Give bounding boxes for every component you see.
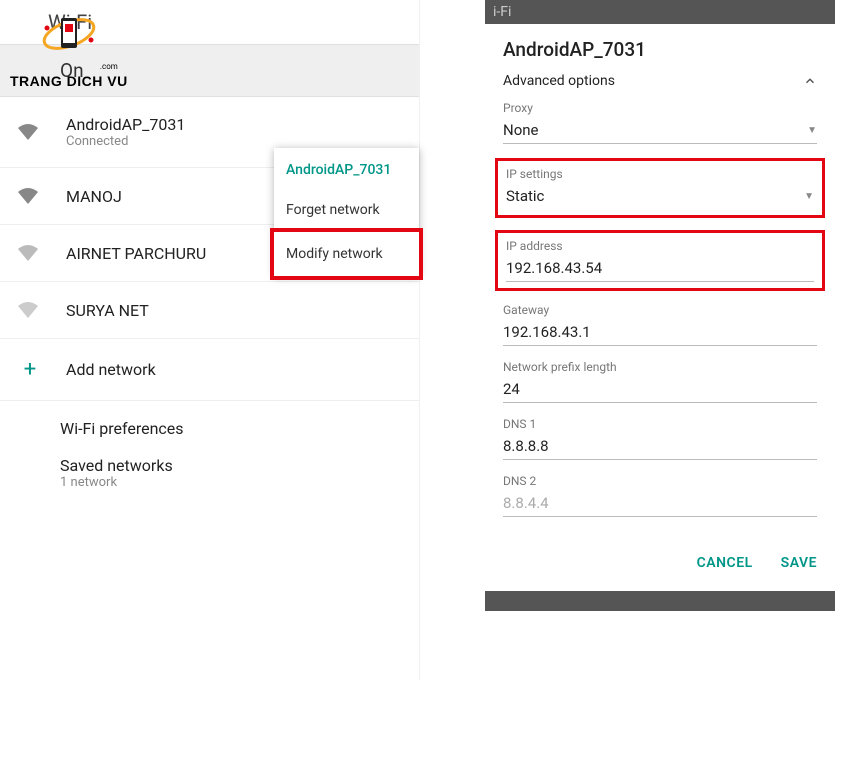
add-network-row[interactable]: + Add network [0,339,419,401]
forget-network-item[interactable]: Forget network [274,188,419,232]
dropdown-caret-icon: ▼ [807,125,817,136]
plus-icon: + [16,357,44,382]
advanced-options-label: Advanced options [503,73,615,89]
wifi-signal-icon [16,122,44,142]
network-name: AndroidAP_7031 [66,115,185,134]
modify-network-item[interactable]: Modify network [270,228,423,280]
dialog-title: AndroidAP_7031 [503,38,817,61]
logo-com-text: .com [100,62,118,71]
saved-networks-item[interactable]: Saved networks 1 network [60,456,403,490]
ip-address-field[interactable]: IP address 192.168.43.54 [506,239,814,282]
saved-networks-count: 1 network [60,475,403,490]
prefix-length-field[interactable]: Network prefix length 24 [503,360,817,403]
ip-settings-label: IP settings [506,167,814,181]
saved-networks-label: Saved networks [60,456,403,475]
network-name: SURYA NET [66,301,149,320]
ip-settings-field[interactable]: IP settings Static ▼ [506,167,814,209]
ip-address-value: 192.168.43.54 [506,259,602,277]
prefix-length-value: 24 [503,380,520,398]
watermark-logo: .com TRANG DICH VU [10,4,128,89]
context-menu-title: AndroidAP_7031 [274,148,419,188]
modify-network-dialog: i-Fi AndroidAP_7031 Advanced options Pro… [485,0,835,680]
wifi-signal-icon [16,186,44,206]
ip-address-highlight: IP address 192.168.43.54 [495,230,825,291]
proxy-field[interactable]: Proxy None ▼ [503,101,817,144]
network-name: AIRNET PARCHURU [66,244,206,263]
proxy-label: Proxy [503,101,817,115]
dns1-label: DNS 1 [503,417,817,431]
dialog-button-row: CANCEL SAVE [485,543,835,587]
network-context-menu: AndroidAP_7031 Forget network Modify net… [274,148,419,276]
dns1-value: 8.8.8.8 [503,437,549,455]
save-button[interactable]: SAVE [781,555,817,571]
network-item[interactable]: SURYA NET [0,282,419,339]
wifi-signal-icon [16,243,44,263]
ip-settings-value: Static [506,187,544,205]
prefix-length-label: Network prefix length [503,360,817,374]
gateway-field[interactable]: Gateway 192.168.43.1 [503,303,817,346]
gateway-value: 192.168.43.1 [503,323,591,341]
dns2-value: 8.8.4.4 [503,494,549,512]
logo-text: TRANG DICH VU [10,73,128,89]
wifi-list-screen: .com TRANG DICH VU Wi-Fi On AndroidAP_70… [0,0,420,680]
cancel-button[interactable]: CANCEL [697,555,753,571]
advanced-options-row[interactable]: Advanced options [503,73,817,89]
ip-settings-highlight: IP settings Static ▼ [495,158,825,218]
gateway-label: Gateway [503,303,817,317]
logo-icon [39,4,99,64]
dropdown-caret-icon: ▼ [804,191,814,202]
wifi-preferences-item[interactable]: Wi-Fi preferences [60,419,403,438]
chevron-up-icon [803,74,817,88]
dns2-label: DNS 2 [503,474,817,488]
wifi-signal-icon [16,300,44,320]
bottom-nav-bar [485,591,835,611]
dns2-field[interactable]: DNS 2 8.8.4.4 [503,474,817,517]
proxy-value: None [503,121,539,139]
dns1-field[interactable]: DNS 1 8.8.8.8 [503,417,817,460]
ip-address-label: IP address [506,239,814,253]
dialog-topbar: i-Fi [485,0,835,24]
add-network-label: Add network [66,360,156,379]
network-name: MANOJ [66,187,122,206]
network-status: Connected [66,134,185,149]
preferences-section: Wi-Fi preferences Saved networks 1 netwo… [0,401,419,508]
